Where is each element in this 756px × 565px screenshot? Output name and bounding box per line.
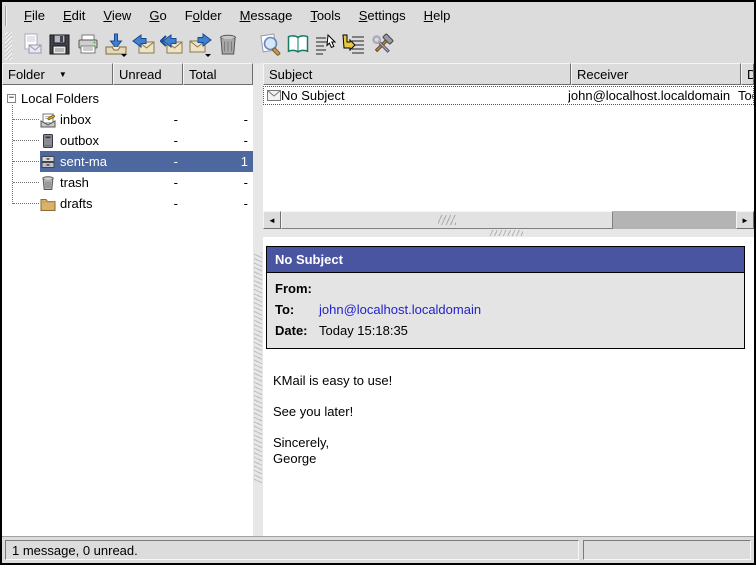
folder-column-header[interactable]: Folder ▼ [2, 63, 113, 85]
message-header-box: No Subject From: To: john@localhost.loca… [266, 246, 745, 349]
subject-column-header[interactable]: Subject [263, 63, 571, 85]
new-message-icon [20, 33, 44, 60]
receiver-column-header[interactable]: Receiver [571, 63, 741, 85]
vertical-splitter[interactable] [253, 63, 263, 536]
folder-root-local-folders[interactable]: − Local Folders [2, 88, 253, 109]
menu-message[interactable]: Message [231, 5, 302, 26]
trash-folder-icon [40, 175, 56, 191]
sent-mail-icon [40, 154, 56, 170]
date-label: Date: [275, 323, 319, 338]
reply-all-icon [160, 33, 184, 60]
new-message-button[interactable] [18, 31, 46, 61]
status-extra [583, 540, 751, 560]
check-mail-icon [104, 33, 128, 60]
configure-icon [370, 33, 394, 60]
message-list-pane: Subject Receiver Date No Subject john@lo… [263, 63, 754, 229]
toolbar-drag-handle[interactable] [5, 32, 12, 60]
check-mail-button[interactable] [102, 31, 130, 61]
list-cursor-icon [314, 33, 338, 60]
message-list-headers: Subject Receiver Date [263, 63, 754, 85]
configure-button[interactable] [368, 31, 396, 61]
save-icon [48, 33, 72, 60]
unread-column-header[interactable]: Unread [113, 63, 183, 85]
menu-tools[interactable]: Tools [301, 5, 349, 26]
forward-icon [188, 33, 212, 60]
forward-button[interactable] [186, 31, 214, 61]
find-messages-button[interactable] [256, 31, 284, 61]
kmail-window: File Edit View Go Folder Message Tools S… [0, 0, 756, 565]
main-area: Folder ▼ Unread Total − Local Folders [2, 63, 754, 536]
menu-view[interactable]: View [94, 5, 140, 26]
status-message: 1 message, 0 unread. [5, 540, 579, 560]
folder-row-trash[interactable]: trash - - [2, 172, 253, 193]
menu-edit[interactable]: Edit [54, 5, 94, 26]
drafts-folder-icon [40, 196, 56, 212]
address-book-button[interactable] [284, 31, 312, 61]
recipient-link[interactable]: john@localhost.localdomain [319, 302, 481, 317]
outbox-icon [40, 133, 56, 149]
to-label: To: [275, 302, 319, 317]
address-book-icon [286, 33, 310, 60]
message-subject-header: No Subject [267, 247, 744, 272]
message-reader-pane: No Subject From: To: john@localhost.loca… [263, 237, 754, 536]
menu-file[interactable]: File [15, 5, 54, 26]
find-messages-icon [258, 33, 282, 60]
date-column-header[interactable]: Date [741, 63, 754, 85]
message-list: No Subject john@localhost.localdomain To… [263, 85, 754, 211]
reply-all-button[interactable] [158, 31, 186, 61]
message-row[interactable]: No Subject john@localhost.localdomain To… [263, 86, 754, 105]
message-date-cell: Today 15:18:35 [738, 88, 753, 103]
scroll-right-button[interactable]: ► [736, 211, 754, 229]
horizontal-splitter[interactable] [263, 229, 754, 237]
total-column-header[interactable]: Total [183, 63, 253, 85]
envelope-icon [264, 90, 281, 101]
message-subject-cell: No Subject [281, 88, 568, 103]
toolbar [2, 29, 754, 63]
collapse-expander-icon[interactable]: − [7, 94, 16, 103]
folder-row-inbox[interactable]: inbox - - [2, 109, 253, 130]
print-icon [76, 33, 100, 60]
folder-row-drafts[interactable]: drafts - - [2, 193, 253, 214]
next-unread-button[interactable] [340, 31, 368, 61]
menubar-drag-handle[interactable] [5, 6, 10, 26]
splitter-grip [489, 230, 523, 236]
print-button[interactable] [74, 31, 102, 61]
root-folder-label: Local Folders [21, 91, 99, 106]
menu-go[interactable]: Go [140, 5, 175, 26]
splitter-grip [254, 253, 262, 483]
save-button[interactable] [46, 31, 74, 61]
arrow-into-list-icon [342, 33, 366, 60]
reply-icon [132, 33, 156, 60]
scrollbar-track[interactable] [281, 211, 736, 229]
message-receiver-cell: john@localhost.localdomain [568, 88, 738, 103]
sort-arrow-icon: ▼ [59, 70, 67, 79]
right-pane: Subject Receiver Date No Subject john@lo… [263, 63, 754, 536]
scrollbar-thumb[interactable] [281, 211, 613, 229]
reply-button[interactable] [130, 31, 158, 61]
folder-row-sent-mail[interactable]: sent-ma - 1 [2, 151, 253, 172]
folder-row-outbox[interactable]: outbox - - [2, 130, 253, 151]
message-header-fields: From: To: john@localhost.localdomain Dat… [267, 272, 744, 348]
scroll-left-button[interactable]: ◄ [263, 211, 281, 229]
trash-button[interactable] [214, 31, 242, 61]
trash-icon [216, 33, 240, 60]
statusbar: 1 message, 0 unread. [2, 536, 754, 563]
from-label: From: [275, 281, 319, 296]
folder-pane: Folder ▼ Unread Total − Local Folders [2, 63, 253, 536]
message-body: KMail is easy to use! See you later! Sin… [273, 373, 744, 466]
menu-folder[interactable]: Folder [176, 5, 231, 26]
menu-settings[interactable]: Settings [350, 5, 415, 26]
menubar: File Edit View Go Folder Message Tools S… [2, 2, 754, 29]
folder-tree: − Local Folders inbox - [2, 85, 253, 536]
previous-unread-button[interactable] [312, 31, 340, 61]
horizontal-scrollbar[interactable]: ◄ ► [263, 211, 754, 229]
date-value: Today 15:18:35 [319, 323, 408, 338]
menu-help[interactable]: Help [415, 5, 460, 26]
folder-pane-headers: Folder ▼ Unread Total [2, 63, 253, 85]
inbox-icon [40, 112, 56, 128]
